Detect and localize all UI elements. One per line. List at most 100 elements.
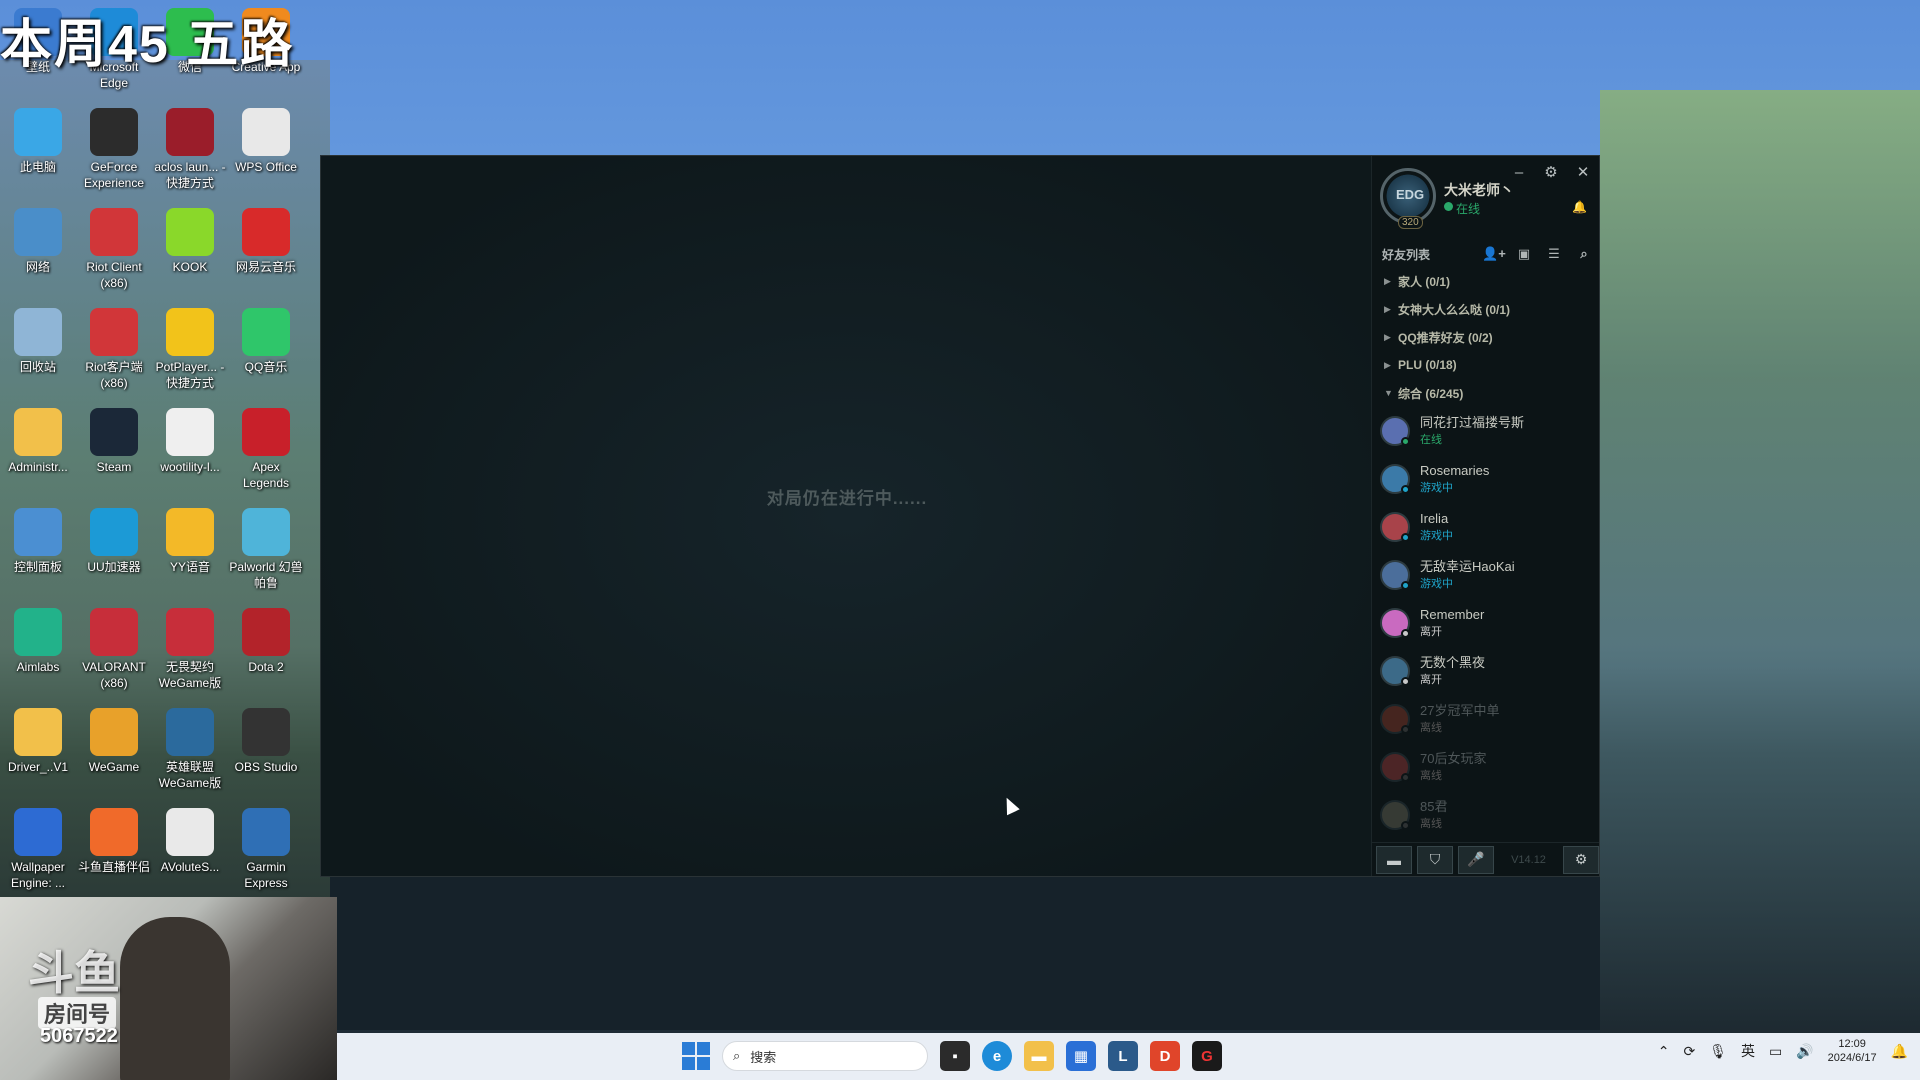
chevron-up-icon[interactable]: ⌃	[1658, 1043, 1670, 1060]
friend-name: Remember	[1420, 607, 1485, 622]
friend-row[interactable]: 同花打过福搂号斯 在线	[1372, 407, 1599, 455]
desktop-icon[interactable]: Driver_..V1	[0, 708, 76, 775]
league-taskbar-icon[interactable]: L	[1108, 1041, 1138, 1071]
desktop-icon[interactable]: PotPlayer... - 快捷方式	[152, 308, 228, 391]
task-view-icon[interactable]: ▪	[940, 1041, 970, 1071]
chat-icon[interactable]: ▬	[1376, 845, 1412, 874]
desktop-icon[interactable]: Steam	[76, 408, 152, 475]
search-icon[interactable]: ⌕	[1569, 246, 1599, 262]
friend-name: Irelia	[1420, 511, 1449, 526]
desktop-icon[interactable]: YY语音	[152, 508, 228, 575]
clash-icon[interactable]: ⛉	[1417, 845, 1453, 874]
profile-status[interactable]: 在线	[1456, 200, 1480, 217]
minimize-button[interactable]: –	[1503, 160, 1535, 184]
friend-row[interactable]: 27岁冠军中单 离线	[1372, 695, 1599, 743]
friend-row[interactable]: 无数个黑夜 离开	[1372, 647, 1599, 695]
friend-avatar	[1380, 656, 1410, 686]
desktop-icon[interactable]: UU加速器	[76, 508, 152, 575]
notification-bell-icon[interactable]: 🔔	[1572, 200, 1587, 214]
desktop-icon[interactable]: 回收站	[0, 308, 76, 375]
desktop-icon[interactable]: 斗鱼直播伴侣	[76, 808, 152, 875]
add-friend-icon[interactable]: 👤+	[1479, 246, 1509, 262]
douyu-taskbar-icon[interactable]: D	[1150, 1041, 1180, 1071]
desktop-icon[interactable]: AVoluteS...	[152, 808, 228, 875]
kook-icon	[166, 208, 214, 256]
aimlabs-icon	[14, 608, 62, 656]
desktop-icon-label: WeGame	[88, 760, 140, 774]
desktop-icon[interactable]: WPS Office	[228, 108, 304, 175]
file-explorer-icon[interactable]: ▬	[1024, 1041, 1054, 1071]
sync-icon[interactable]: ⟳	[1683, 1043, 1695, 1060]
desktop-icon[interactable]: Administr...	[0, 408, 76, 475]
friend-group[interactable]: ▶ 女神大人么么哒 (0/1)	[1372, 295, 1599, 323]
notification-icon[interactable]: 🔔	[1891, 1043, 1908, 1060]
desktop-icon[interactable]: QQ音乐	[228, 308, 304, 375]
taskbar-clock[interactable]: 12:09 2024/6/17	[1828, 1037, 1877, 1065]
desktop-icon[interactable]: aclos laun... - 快捷方式	[152, 108, 228, 191]
desktop-icon[interactable]: GeForce Experience	[76, 108, 152, 191]
friend-state: 游戏中	[1420, 530, 1453, 542]
desktop-icon-label: Riot Client (x86)	[86, 260, 142, 290]
desktop-icon[interactable]: 无畏契约 WeGame版	[152, 608, 228, 691]
add-folder-icon[interactable]: ▣	[1509, 246, 1539, 262]
settings-gear-icon[interactable]: ⚙	[1535, 160, 1567, 184]
input-method[interactable]: 英	[1741, 1041, 1755, 1061]
desktop-icon[interactable]: Garmin Express	[228, 808, 304, 891]
help-icon[interactable]: ⚙	[1563, 845, 1599, 874]
microphone-icon[interactable]: 🎤	[1458, 845, 1494, 874]
friend-row[interactable]: Irelia 游戏中	[1372, 503, 1599, 551]
desktop-icon[interactable]: 网络	[0, 208, 76, 275]
friend-group[interactable]: ▶ PLU (0/18)	[1372, 351, 1599, 379]
taskbar-search[interactable]: ⌕ 搜索	[722, 1041, 928, 1071]
desktop-icon[interactable]: WeGame	[76, 708, 152, 775]
desktop-icon[interactable]: Riot客户端 (x86)	[76, 308, 152, 391]
desktop-icon[interactable]: Dota 2	[228, 608, 304, 675]
friend-status-dot	[1401, 533, 1410, 542]
friend-row[interactable]: 85君 离线	[1372, 791, 1599, 839]
start-button-windows-icon[interactable]	[682, 1042, 710, 1070]
desktop-icon-label: Wallpaper Engine: ...	[10, 860, 66, 890]
desktop-icon[interactable]: OBS Studio	[228, 708, 304, 775]
garena-taskbar-icon[interactable]: G	[1192, 1041, 1222, 1071]
network-icon[interactable]: ▭	[1769, 1043, 1782, 1060]
netease-music-icon	[242, 208, 290, 256]
friend-group[interactable]: ▶ 家人 (0/1)	[1372, 267, 1599, 295]
desktop-icon[interactable]: wootility-l...	[152, 408, 228, 475]
taskbar: ⌕ 搜索 ▪ e ▬ ▦ L D G ⌃ ⟳ 🎙 英 ▭ 🔊 12:09 202…	[337, 1033, 1920, 1080]
geforce-icon	[90, 108, 138, 156]
desktop-icon[interactable]: KOOK	[152, 208, 228, 275]
desktop-icon[interactable]: 网易云音乐	[228, 208, 304, 275]
friend-row[interactable]: 无敌幸运HaoKai 游戏中	[1372, 551, 1599, 599]
edge-taskbar-icon[interactable]: e	[982, 1041, 1012, 1071]
friend-avatar	[1380, 800, 1410, 830]
desktop-icon[interactable]: Aimlabs	[0, 608, 76, 675]
friend-info: Remember 离开	[1420, 606, 1484, 640]
desktop-icon-label: wootility-l...	[160, 460, 220, 474]
desktop-icon-label: VALORANT (x86)	[82, 660, 146, 690]
volume-icon[interactable]: 🔊	[1796, 1043, 1813, 1060]
desktop-icon[interactable]: Apex Legends	[228, 408, 304, 491]
close-button[interactable]: ✕	[1567, 160, 1599, 184]
friend-group[interactable]: ▼ 综合 (6/245)	[1372, 379, 1599, 407]
friend-row[interactable]: Rosemaries 游戏中	[1372, 455, 1599, 503]
desktop-icon[interactable]: Palworld 幻兽帕鲁	[228, 508, 304, 591]
friend-avatar	[1380, 512, 1410, 542]
friend-name: Rosemaries	[1420, 463, 1490, 478]
desktop-icon[interactable]: Wallpaper Engine: ...	[0, 808, 76, 891]
desktop-icon[interactable]: 控制面板	[0, 508, 76, 575]
desktop-icon[interactable]: 英雄联盟 WeGame版	[152, 708, 228, 791]
client-version: V14.12	[1511, 853, 1546, 866]
list-view-icon[interactable]: ☰	[1539, 246, 1569, 262]
friend-status-dot	[1401, 485, 1410, 494]
desktop-icon[interactable]: VALORANT (x86)	[76, 608, 152, 691]
desktop-icon[interactable]: 此电脑	[0, 108, 76, 175]
store-icon[interactable]: ▦	[1066, 1041, 1096, 1071]
mic-tray-icon[interactable]: 🎙	[1709, 1043, 1727, 1060]
friend-groups: ▶ 家人 (0/1) ▶ 女神大人么么哒 (0/1) ▶ QQ推荐好友 (0/2) ▶ PLU…	[1372, 267, 1599, 407]
friend-group[interactable]: ▶ QQ推荐好友 (0/2)	[1372, 323, 1599, 351]
social-footer: ▬ ⛉ 🎤 V14.12 ⚙	[1372, 842, 1599, 876]
friend-row[interactable]: 70后女玩家 离线	[1372, 743, 1599, 791]
desktop-icon[interactable]: Riot Client (x86)	[76, 208, 152, 291]
friend-row[interactable]: Remember 离开	[1372, 599, 1599, 647]
this-pc-icon	[14, 108, 62, 156]
